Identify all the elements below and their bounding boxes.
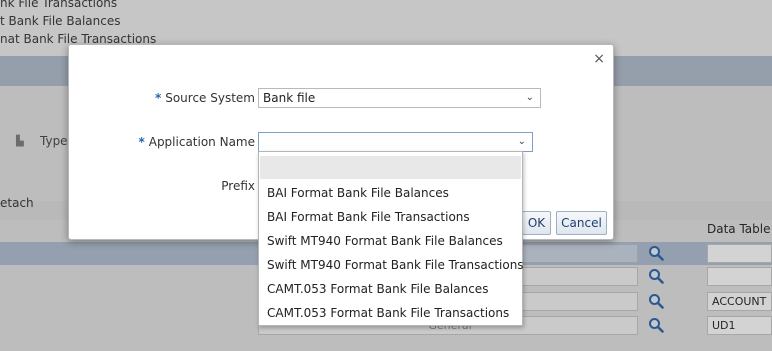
dropdown-option-blank[interactable] — [260, 156, 521, 179]
cancel-button[interactable]: Cancel — [556, 211, 607, 235]
close-icon[interactable]: × — [593, 51, 605, 67]
application-name-label: * Application Name — [138, 135, 255, 149]
source-system-label: * Source System — [154, 91, 255, 105]
prefix-label: Prefix — [221, 179, 255, 193]
ok-button[interactable]: OK — [522, 211, 551, 235]
source-system-select[interactable]: Bank file ⌄ — [258, 88, 541, 108]
dropdown-option[interactable]: BAI Format Bank File Transactions — [267, 206, 470, 228]
dropdown-option[interactable]: Swift MT940 Format Bank File Transaction… — [267, 254, 524, 276]
dropdown-option[interactable]: Swift MT940 Format Bank File Balances — [267, 230, 503, 252]
required-marker: * — [138, 135, 145, 149]
chevron-down-icon: ⌄ — [525, 92, 534, 103]
required-marker: * — [154, 91, 162, 105]
dropdown-option[interactable]: CAMT.053 Format Bank File Balances — [267, 278, 488, 300]
application-name-select[interactable]: ⌄ — [258, 132, 533, 152]
application-name-dropdown: BAI Format Bank File Balances BAI Format… — [258, 151, 524, 326]
dropdown-option[interactable]: BAI Format Bank File Balances — [267, 182, 449, 204]
dropdown-option[interactable]: CAMT.053 Format Bank File Transactions — [267, 302, 509, 324]
chevron-down-icon: ⌄ — [517, 136, 526, 147]
source-system-value: Bank file — [263, 91, 316, 105]
